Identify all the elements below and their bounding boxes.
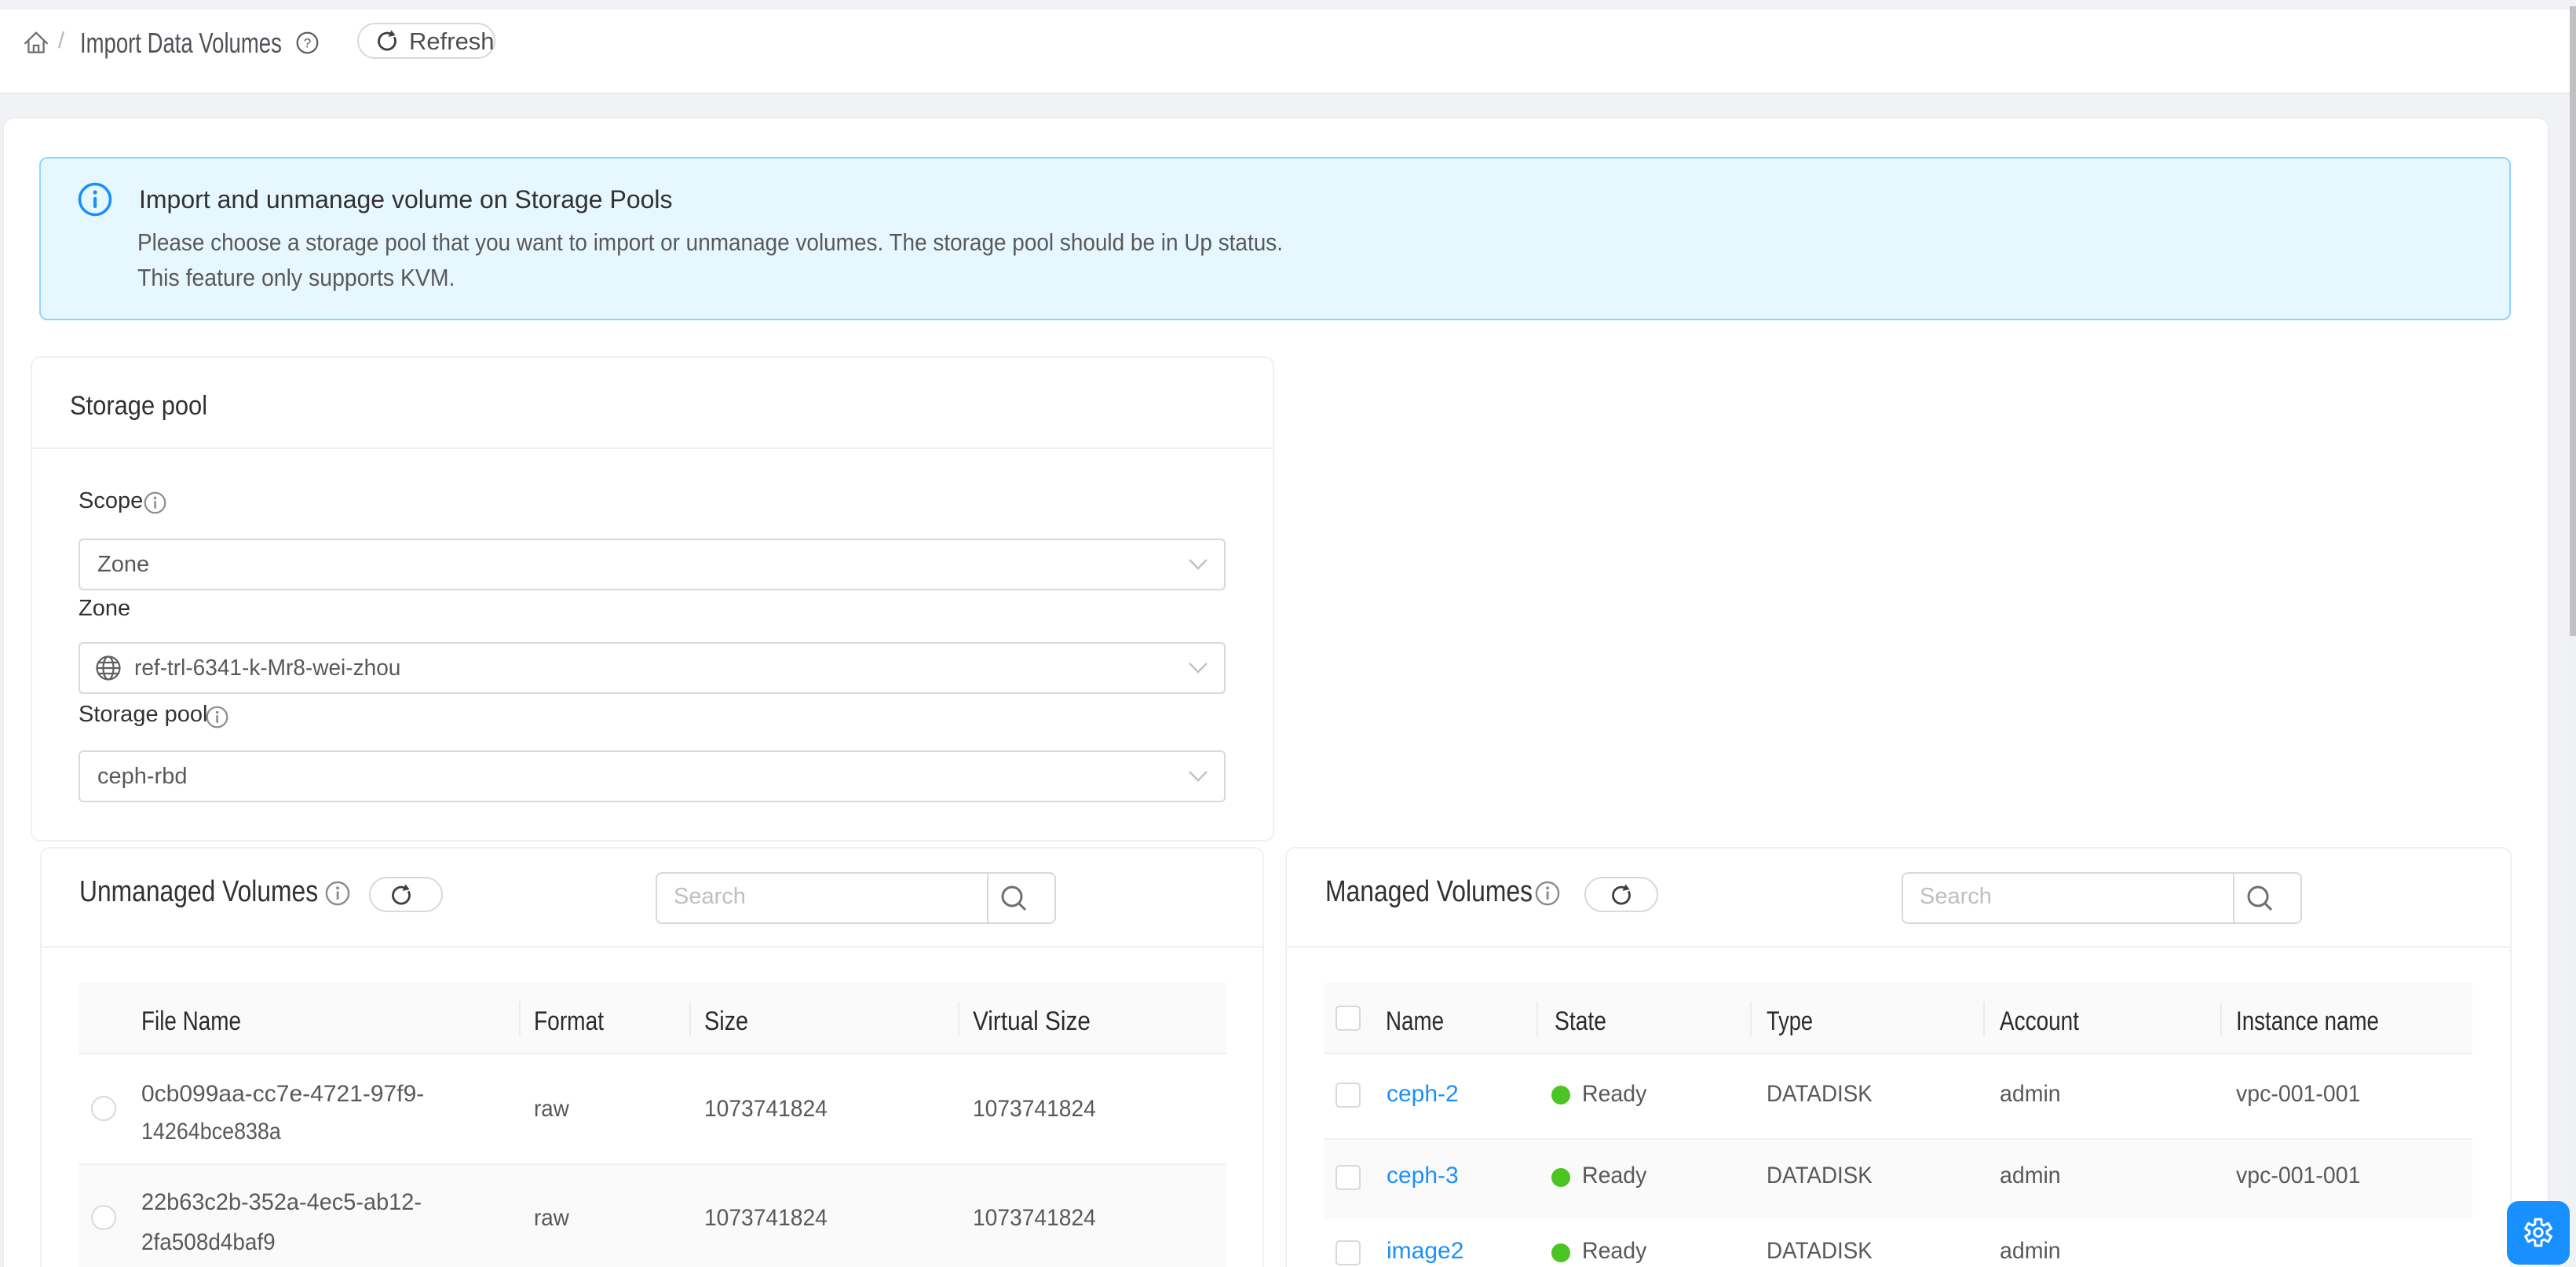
svg-text:?: ? [304,36,311,51]
